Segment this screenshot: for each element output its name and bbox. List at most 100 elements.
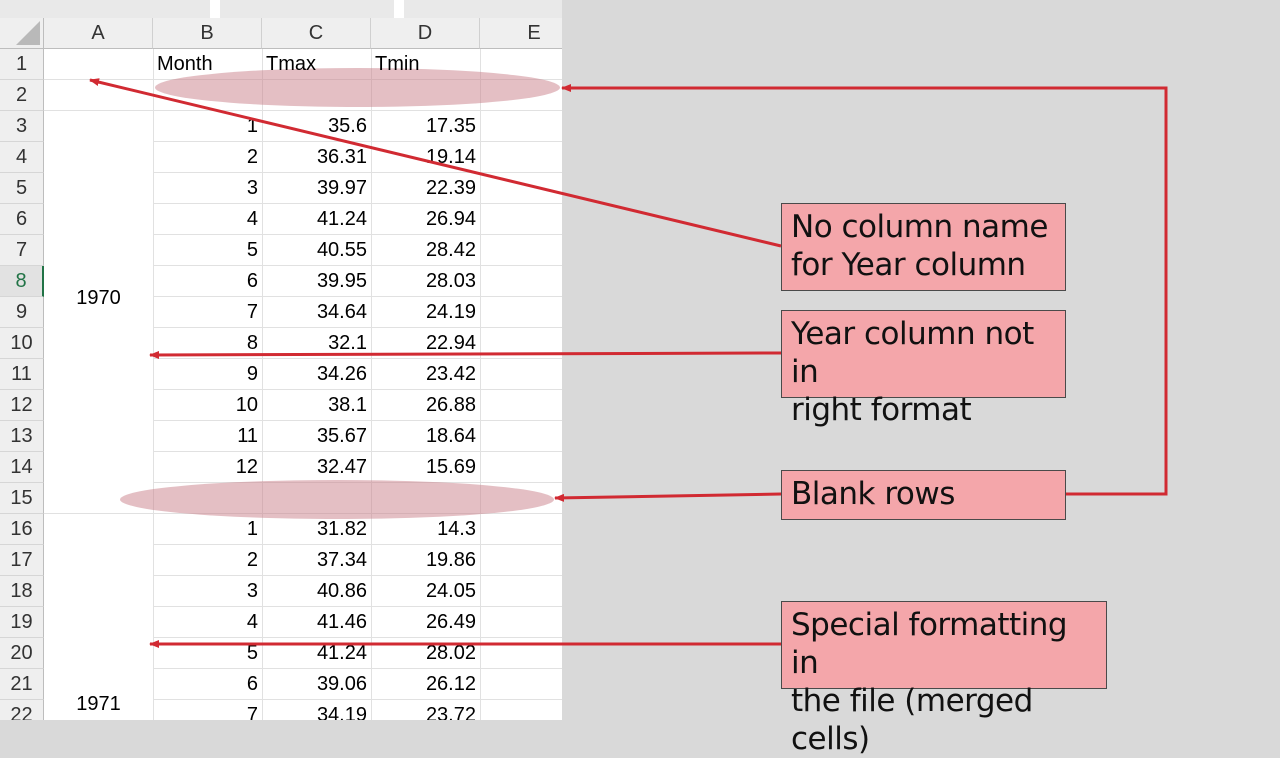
cell-b18[interactable]: 3 xyxy=(153,576,262,607)
row-header-17[interactable]: 17 xyxy=(0,545,44,576)
column-header-c[interactable]: C xyxy=(262,18,371,49)
cell-c5[interactable]: 39.97 xyxy=(262,173,371,204)
row-header-8[interactable]: 8 xyxy=(0,266,44,297)
column-header-b[interactable]: B xyxy=(153,18,262,49)
row-header-6[interactable]: 6 xyxy=(0,204,44,235)
row-header-9[interactable]: 9 xyxy=(0,297,44,328)
cell-d1-tmin[interactable]: Tmin xyxy=(371,49,480,80)
cell-b11[interactable]: 9 xyxy=(153,359,262,390)
row-header-13[interactable]: 13 xyxy=(0,421,44,452)
cell-d19[interactable]: 26.49 xyxy=(371,607,480,638)
callout-line: the file (merged cells) xyxy=(791,683,1033,757)
cell-c6[interactable]: 41.24 xyxy=(262,204,371,235)
cell-c4[interactable]: 36.31 xyxy=(262,142,371,173)
cell-b9[interactable]: 7 xyxy=(153,297,262,328)
cell-b21[interactable]: 6 xyxy=(153,669,262,700)
cell-b7[interactable]: 5 xyxy=(153,235,262,266)
cell-c21[interactable]: 39.06 xyxy=(262,669,371,700)
cell-d5[interactable]: 22.39 xyxy=(371,173,480,204)
row-header-4[interactable]: 4 xyxy=(0,142,44,173)
cell-b19[interactable]: 4 xyxy=(153,607,262,638)
cell-c22[interactable]: 34.19 xyxy=(262,700,371,720)
row-header-19[interactable]: 19 xyxy=(0,607,44,638)
row-header-1[interactable]: 1 xyxy=(0,49,44,80)
cell-b22[interactable]: 7 xyxy=(153,700,262,720)
cell-c1-tmax[interactable]: Tmax xyxy=(262,49,371,80)
cell-b14[interactable]: 12 xyxy=(153,452,262,483)
row-header-5[interactable]: 5 xyxy=(0,173,44,204)
cell-b12[interactable]: 10 xyxy=(153,390,262,421)
cell-b13[interactable]: 11 xyxy=(153,421,262,452)
cell-d10[interactable]: 22.94 xyxy=(371,328,480,359)
cell-c13[interactable]: 35.67 xyxy=(262,421,371,452)
cell-b6[interactable]: 4 xyxy=(153,204,262,235)
row-header-2[interactable]: 2 xyxy=(0,80,44,111)
row-header-15[interactable]: 15 xyxy=(0,483,44,514)
cell-d13[interactable]: 18.64 xyxy=(371,421,480,452)
callout-blank-rows: Blank rows xyxy=(781,470,1066,520)
cell-b20[interactable]: 5 xyxy=(153,638,262,669)
row-header-20[interactable]: 20 xyxy=(0,638,44,669)
cell-d21[interactable]: 26.12 xyxy=(371,669,480,700)
cell-c10[interactable]: 32.1 xyxy=(262,328,371,359)
row-header-16[interactable]: 16 xyxy=(0,514,44,545)
cell-c20[interactable]: 41.24 xyxy=(262,638,371,669)
year-cell-1970[interactable]: 1970 xyxy=(44,283,153,314)
cell-b5[interactable]: 3 xyxy=(153,173,262,204)
cell-c7[interactable]: 40.55 xyxy=(262,235,371,266)
cell-d7[interactable]: 28.42 xyxy=(371,235,480,266)
column-header-a[interactable]: A xyxy=(44,18,153,49)
callout-line: Special formatting in xyxy=(791,607,1068,681)
cell-d9[interactable]: 24.19 xyxy=(371,297,480,328)
callout-line: right format xyxy=(791,392,972,428)
cell-d3[interactable]: 17.35 xyxy=(371,111,480,142)
cell-c3[interactable]: 35.6 xyxy=(262,111,371,142)
cell-c16[interactable]: 31.82 xyxy=(262,514,371,545)
cell-d18[interactable]: 24.05 xyxy=(371,576,480,607)
row-header-3[interactable]: 3 xyxy=(0,111,44,142)
cell-c11[interactable]: 34.26 xyxy=(262,359,371,390)
column-header-d[interactable]: D xyxy=(371,18,480,49)
cell-d4[interactable]: 19.14 xyxy=(371,142,480,173)
row-header-22[interactable]: 22 xyxy=(0,700,44,720)
spreadsheet: A B C D E 1 2 3 4 5 6 7 8 9 10 11 12 13 14 15 16 17 18 19 2… xyxy=(0,0,562,720)
cell-d11[interactable]: 23.42 xyxy=(371,359,480,390)
cell-d12[interactable]: 26.88 xyxy=(371,390,480,421)
cell-d20[interactable]: 28.02 xyxy=(371,638,480,669)
column-header-e[interactable]: E xyxy=(480,18,562,49)
cell-c17[interactable]: 37.34 xyxy=(262,545,371,576)
cell-b1-month[interactable]: Month xyxy=(153,49,262,80)
cell-c9[interactable]: 34.64 xyxy=(262,297,371,328)
cell-b17[interactable]: 2 xyxy=(153,545,262,576)
cell-c18[interactable]: 40.86 xyxy=(262,576,371,607)
cell-c14[interactable]: 32.47 xyxy=(262,452,371,483)
cell-d14[interactable]: 15.69 xyxy=(371,452,480,483)
toolbar-strip xyxy=(220,0,394,18)
row-header-11[interactable]: 11 xyxy=(0,359,44,390)
row-header-14[interactable]: 14 xyxy=(0,452,44,483)
cell-d16[interactable]: 14.3 xyxy=(371,514,480,545)
row-header-21[interactable]: 21 xyxy=(0,669,44,700)
cell-d17[interactable]: 19.86 xyxy=(371,545,480,576)
row-header-12[interactable]: 12 xyxy=(0,390,44,421)
cell-d6[interactable]: 26.94 xyxy=(371,204,480,235)
select-all-corner[interactable] xyxy=(0,18,44,49)
cell-b3[interactable]: 1 xyxy=(153,111,262,142)
cell-b8[interactable]: 6 xyxy=(153,266,262,297)
column-gridline xyxy=(480,49,481,720)
row-header-18[interactable]: 18 xyxy=(0,576,44,607)
cell-c19[interactable]: 41.46 xyxy=(262,607,371,638)
cell-b10[interactable]: 8 xyxy=(153,328,262,359)
cell-d22[interactable]: 23.72 xyxy=(371,700,480,720)
callout-year-format: Year column not in right format xyxy=(781,310,1066,428)
row-header-10[interactable]: 10 xyxy=(0,328,44,359)
cell-d8[interactable]: 28.03 xyxy=(371,266,480,297)
year-cell-1971[interactable]: 1971 xyxy=(44,689,153,720)
toolbar-strip xyxy=(0,0,210,18)
row-header-7[interactable]: 7 xyxy=(0,235,44,266)
toolbar-strip xyxy=(404,0,562,18)
cell-b16[interactable]: 1 xyxy=(153,514,262,545)
cell-c8[interactable]: 39.95 xyxy=(262,266,371,297)
cell-c12[interactable]: 38.1 xyxy=(262,390,371,421)
cell-b4[interactable]: 2 xyxy=(153,142,262,173)
